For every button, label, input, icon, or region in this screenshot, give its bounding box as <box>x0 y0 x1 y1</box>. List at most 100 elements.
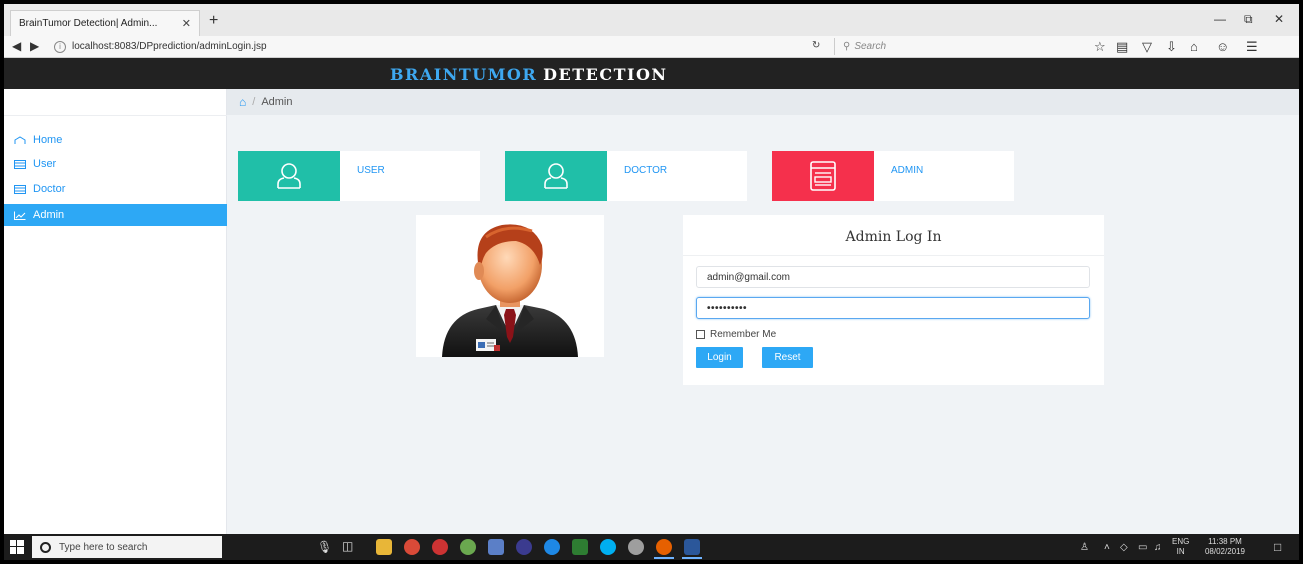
close-window-button[interactable]: ✕ <box>1274 12 1284 26</box>
sidebar-divider <box>4 115 227 116</box>
word-active-indicator <box>682 557 702 559</box>
tab-title: BrainTumor Detection| Admin... <box>19 18 158 29</box>
brand-part-2: DETECTION <box>543 65 668 84</box>
admin-avatar <box>416 215 604 357</box>
language-line-2: IN <box>1176 547 1185 556</box>
notifications-icon[interactable]: □ <box>1274 540 1281 554</box>
reset-button[interactable]: Reset <box>762 347 813 368</box>
admin-card[interactable]: ADMIN <box>772 151 1014 201</box>
card-icon-box <box>238 151 340 201</box>
sidebar-item-label: Home <box>33 134 63 146</box>
user-icon <box>277 163 301 189</box>
breadcrumb-home-icon[interactable]: ⌂ <box>239 95 246 109</box>
sidebar-item-doctor[interactable]: Doctor <box>4 178 227 200</box>
windows-start-icon[interactable] <box>10 540 24 554</box>
taskbar-search-placeholder: Type here to search <box>59 541 148 553</box>
browser-nav-bar: ◀ ▶ i localhost:8083/DPprediction/adminL… <box>4 36 1299 58</box>
sidebar-item-label: Doctor <box>33 183 66 195</box>
sidebar-item-admin[interactable]: Admin <box>4 204 227 226</box>
app-header: BRAINTUMOR DETECTION <box>4 58 1299 89</box>
back-arrow-icon[interactable]: ◀ <box>12 39 21 53</box>
browser-search-input[interactable]: ⚲ Search <box>834 38 1074 55</box>
firefox-active-indicator <box>654 557 674 559</box>
table-icon <box>14 184 26 194</box>
chart-icon <box>14 211 26 220</box>
pocket-icon[interactable]: ▽ <box>1142 39 1152 55</box>
home-icon <box>14 135 26 144</box>
taskbar-search-input[interactable]: Type here to search <box>32 536 222 558</box>
file-explorer-icon[interactable] <box>376 539 392 555</box>
address-bar[interactable]: i localhost:8083/DPprediction/adminLogin… <box>54 38 814 55</box>
user-icon <box>544 163 568 189</box>
volume-icon[interactable]: ♫ <box>1154 542 1162 553</box>
account-icon[interactable]: ☺ <box>1216 39 1229 54</box>
clock-time: 11:38 PM <box>1208 537 1242 546</box>
email-field[interactable]: admin@gmail.com <box>696 266 1090 288</box>
tray-chevron-icon[interactable]: ˄ <box>1104 542 1110 553</box>
firefox-icon[interactable] <box>656 539 672 555</box>
admin-login-panel: Admin Log In admin@gmail.com •••••••••• … <box>683 215 1104 385</box>
app-icon-5[interactable] <box>488 539 504 555</box>
brand-title[interactable]: BRAINTUMOR DETECTION <box>390 65 668 84</box>
forward-arrow-icon[interactable]: ▶ <box>30 39 39 53</box>
word-icon[interactable] <box>684 539 700 555</box>
browser-search-placeholder: Search <box>854 41 887 52</box>
app-icon-4[interactable] <box>460 539 476 555</box>
remember-me-label: Remember Me <box>710 329 777 340</box>
network-icon[interactable]: ◇ <box>1120 542 1128 553</box>
breadcrumb: ⌂ / Admin <box>227 89 1299 115</box>
login-divider <box>683 255 1104 256</box>
media-player-icon[interactable] <box>544 539 560 555</box>
sidebar-item-label: Admin <box>33 209 65 221</box>
doctor-card[interactable]: DOCTOR <box>505 151 747 201</box>
admin-avatar-illustration <box>442 224 578 357</box>
password-field[interactable]: •••••••••• <box>696 297 1090 319</box>
clock[interactable]: 11:38 PM 08/02/2019 <box>1200 537 1250 557</box>
browser-tab-bar: BrainTumor Detection| Admin... ✕ + — ⧉ ✕ <box>4 4 1299 36</box>
sidebar-item-user[interactable]: User <box>4 153 227 175</box>
password-value: •••••••••• <box>707 302 748 314</box>
cortana-icon <box>40 541 51 553</box>
card-icon-box <box>772 151 874 201</box>
battery-icon[interactable]: ▭ <box>1138 542 1147 553</box>
user-card[interactable]: USER <box>238 151 480 201</box>
table-icon <box>14 159 26 169</box>
url-text: localhost:8083/DPprediction/adminLogin.j… <box>72 41 267 52</box>
bookmark-star-icon[interactable]: ☆ <box>1094 39 1106 55</box>
paint-icon[interactable] <box>432 539 448 555</box>
eclipse-icon[interactable] <box>516 539 532 555</box>
clock-date: 08/02/2019 <box>1204 547 1246 556</box>
new-tab-button[interactable]: + <box>209 12 218 30</box>
tab-close-icon[interactable]: ✕ <box>182 17 191 30</box>
card-label: DOCTOR <box>624 165 668 176</box>
site-info-icon[interactable]: i <box>54 40 66 53</box>
browser-tab[interactable]: BrainTumor Detection| Admin... ✕ <box>10 10 200 36</box>
card-label: USER <box>357 165 385 176</box>
login-button[interactable]: Login <box>696 347 743 368</box>
minimize-button[interactable]: — <box>1214 12 1226 26</box>
search-icon: ⚲ <box>843 41 851 52</box>
settings-icon[interactable] <box>628 539 644 555</box>
remember-me[interactable]: Remember Me <box>696 329 776 340</box>
remember-me-checkbox[interactable] <box>696 330 705 339</box>
sidebar: Home User Doctor Admin <box>4 89 227 534</box>
sidebar-item-home[interactable]: Home <box>4 129 227 151</box>
reload-icon[interactable]: ↻ <box>812 40 820 51</box>
people-icon[interactable]: ♙ <box>1080 542 1089 553</box>
windows-taskbar: Type here to search 🎙 ◫ ♙ ˄ ◇ ▭ ♫ ENG IN… <box>4 534 1299 560</box>
chrome-icon[interactable] <box>404 539 420 555</box>
task-view-icon[interactable]: ◫ <box>342 539 353 553</box>
restore-button[interactable]: ⧉ <box>1244 12 1253 27</box>
reading-list-icon[interactable]: ▤ <box>1116 39 1128 55</box>
home-button-icon[interactable]: ⌂ <box>1190 39 1198 54</box>
language-indicator[interactable]: ENG IN <box>1172 537 1189 557</box>
download-icon[interactable]: ⇩ <box>1166 39 1177 55</box>
app-icon-8[interactable] <box>572 539 588 555</box>
sidebar-item-label: User <box>33 158 57 170</box>
skype-icon[interactable] <box>600 539 616 555</box>
microphone-icon[interactable]: 🎙 <box>317 540 332 554</box>
email-value: admin@gmail.com <box>707 271 790 283</box>
brand-part-1: BRAINTUMOR <box>390 65 538 84</box>
browser-window-icon <box>810 161 836 191</box>
menu-icon[interactable]: ☰ <box>1246 39 1258 55</box>
